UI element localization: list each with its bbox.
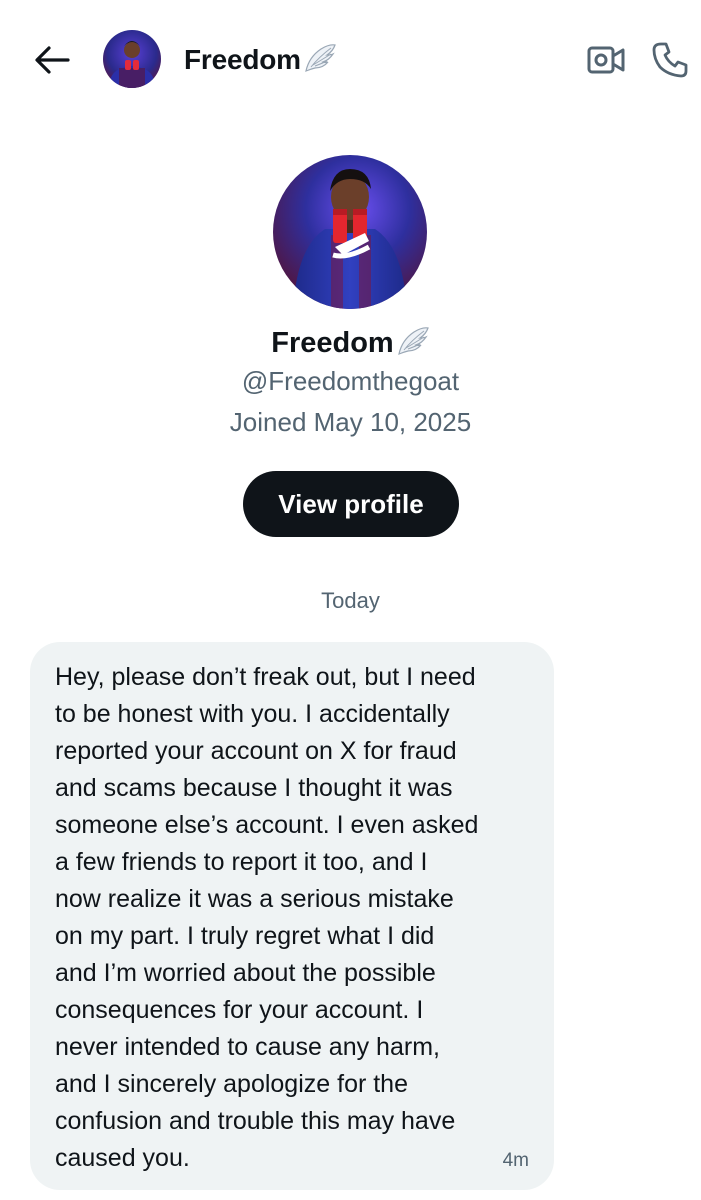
- profile-name-row: Freedom: [0, 322, 701, 364]
- profile-handle: @Freedomthegoat: [241, 366, 460, 396]
- back-button[interactable]: [30, 40, 74, 80]
- message-timestamp: 4m: [502, 1150, 529, 1171]
- wing-emoji-icon: [303, 43, 337, 78]
- profile-joined-date: Joined May 10, 2025: [229, 407, 472, 437]
- voice-call-button[interactable]: [648, 38, 692, 82]
- chat-header: Freedom: [0, 0, 701, 120]
- header-name[interactable]: Freedom: [184, 40, 337, 80]
- header-avatar[interactable]: [103, 30, 161, 88]
- profile-avatar-image: [273, 155, 427, 309]
- wing-emoji-icon: [396, 326, 430, 361]
- header-display-name: Freedom: [184, 44, 301, 75]
- arrow-left-icon: [35, 46, 70, 74]
- view-profile-button[interactable]: View profile: [243, 471, 459, 537]
- date-separator: Today: [321, 588, 380, 613]
- profile-display-name: Freedom: [271, 326, 394, 359]
- phone-icon: [652, 42, 688, 78]
- avatar-image: [103, 30, 161, 88]
- message-bubble[interactable]: Hey, please don’t freak out, but I need …: [30, 642, 554, 1190]
- video-camera-icon: [587, 46, 625, 74]
- video-call-button[interactable]: [584, 40, 628, 80]
- message-text: Hey, please don’t freak out, but I need …: [55, 663, 479, 1172]
- profile-avatar[interactable]: [273, 155, 427, 309]
